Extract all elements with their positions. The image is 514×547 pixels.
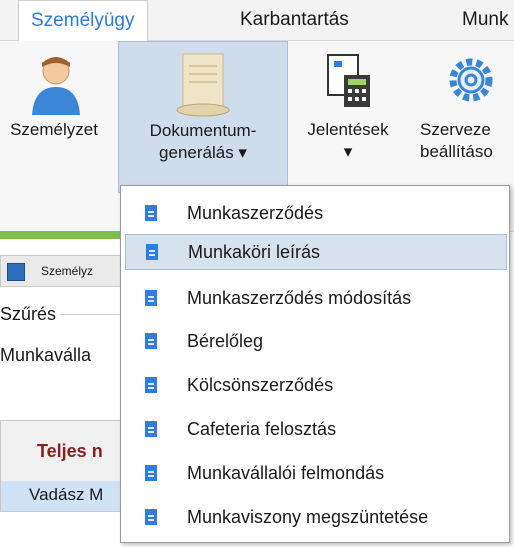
document-icon <box>145 509 157 525</box>
menu-item-kolcsonszerzodes[interactable]: Kölcsönszerződés <box>125 368 505 404</box>
personnel-label: Személyzet <box>10 120 98 139</box>
ribbon-tabs: Személyügy Karbantartás Munk <box>0 0 514 42</box>
document-icon <box>145 377 157 393</box>
menu-item-bereloleg[interactable]: Bérelőleg <box>125 324 505 360</box>
document-icon <box>145 290 157 306</box>
reports-label: Jelentések ▾ <box>307 120 389 161</box>
employee-label: Munkaválla <box>0 345 92 365</box>
filter-label: Szűrés <box>0 304 57 324</box>
personnel-button[interactable]: Személyzet <box>0 41 116 191</box>
reports-button[interactable]: Jelentések ▾ <box>290 41 406 191</box>
organization-settings-button[interactable]: Szerveze beállításo <box>414 41 514 191</box>
document-generation-label: Dokumentum- generálás ▾ <box>149 121 257 162</box>
window-icon <box>7 263 25 281</box>
table-row[interactable]: Vadász M <box>1 481 121 511</box>
report-calculator-icon <box>327 54 370 107</box>
menu-item-munkaszerzodes-modositas[interactable]: Munkaszerződés módosítás <box>125 281 505 317</box>
document-generation-button[interactable]: Dokumentum- generálás ▾ <box>118 41 288 193</box>
gear-icon <box>449 58 493 102</box>
document-icon <box>145 333 157 349</box>
menu-item-munkaviszony-megszuntetese[interactable]: Munkaviszony megszüntetése <box>125 500 505 536</box>
document-icon <box>146 244 158 260</box>
menu-item-munkakori-leiras[interactable]: Munkaköri leírás <box>125 234 507 270</box>
menu-item-munkaszerzodes[interactable]: Munkaszerződés <box>125 196 505 232</box>
organization-settings-label: Szerveze beállításo <box>420 120 493 161</box>
document-icon <box>145 205 157 221</box>
document-generation-menu: Munkaszerződés Munkaköri leírás Munkasze… <box>120 185 510 543</box>
grid-header[interactable]: Teljes n <box>1 421 121 482</box>
document-icon <box>145 465 157 481</box>
filter-divider <box>60 314 120 315</box>
person-icon <box>32 57 80 115</box>
menu-item-cafeteria-felosztas[interactable]: Cafeteria felosztás <box>125 412 505 448</box>
employee-grid: Teljes n Vadász M <box>0 420 122 512</box>
document-icon <box>145 421 157 437</box>
document-tab[interactable]: Személyz <box>0 255 122 287</box>
tab-munk[interactable]: Munk <box>462 0 508 40</box>
menu-item-munkavallaloi-felmondas[interactable]: Munkavállalói felmondás <box>125 456 505 492</box>
scroll-document-icon <box>176 53 230 117</box>
tab-szemelyugy[interactable]: Személyügy <box>18 0 148 42</box>
tab-karbantartas[interactable]: Karbantartás <box>240 0 349 40</box>
